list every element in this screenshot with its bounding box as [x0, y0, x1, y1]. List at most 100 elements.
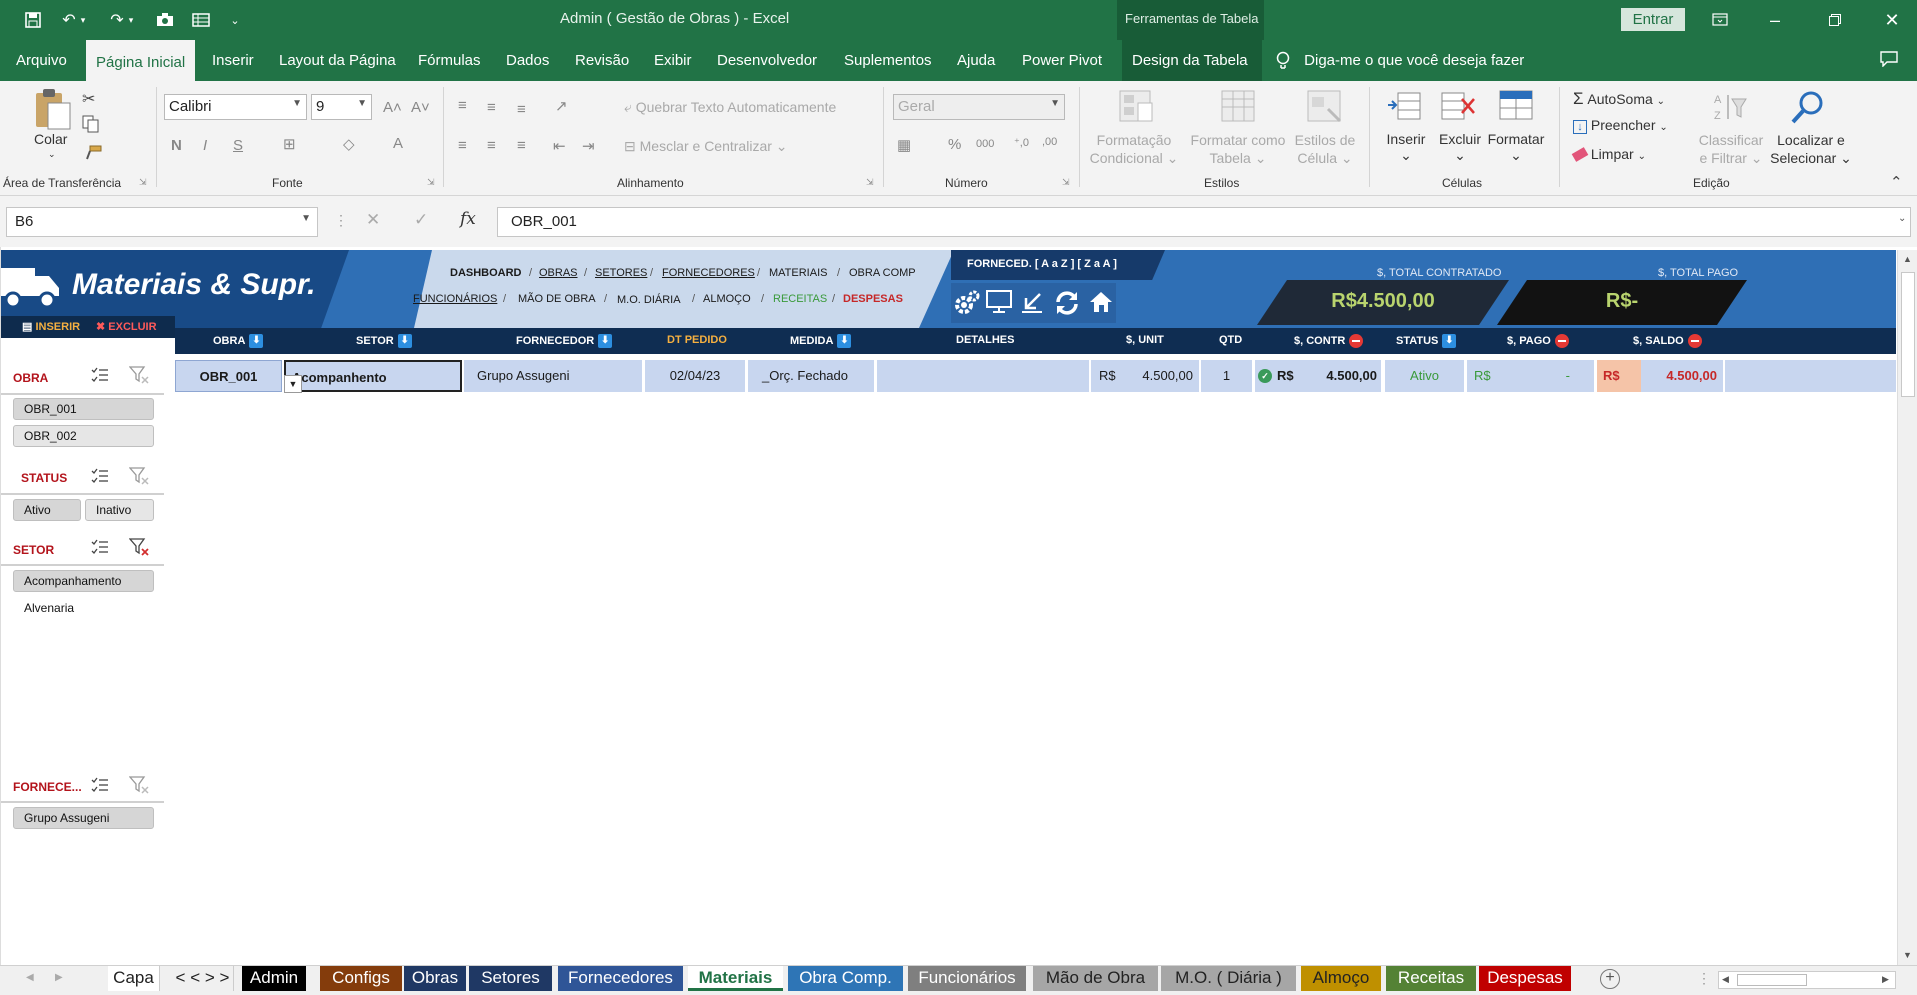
font-color-icon[interactable]: A — [393, 135, 403, 152]
cell-empty[interactable] — [1725, 360, 1896, 392]
cell-medida[interactable]: _Orç. Fechado — [748, 360, 874, 392]
tab-dados[interactable]: Dados — [496, 40, 559, 81]
next-sheet-icon[interactable]: ▶ — [55, 972, 63, 983]
nav-dashboard[interactable]: DASHBOARD — [450, 267, 522, 279]
insert-cells-icon[interactable] — [1386, 91, 1422, 124]
tell-me-box[interactable]: Diga-me o que você deseja fazer — [1276, 40, 1524, 81]
fill-button[interactable]: ↓ Preencher ⌄ — [1573, 117, 1668, 134]
italic-button[interactable]: I — [203, 137, 207, 154]
multi-select-icon[interactable] — [91, 467, 109, 488]
nav-despesas[interactable]: DESPESAS — [843, 293, 903, 305]
paste-dropdown-icon[interactable]: ⌄ — [48, 149, 56, 160]
scroll-up-icon[interactable]: ▲ — [1903, 254, 1912, 264]
camera-icon[interactable] — [152, 8, 178, 32]
format-cells-icon[interactable] — [1498, 89, 1534, 124]
decrease-font-icon[interactable]: A˅ — [411, 99, 430, 116]
number-format-select[interactable]: Geral ▼ — [893, 94, 1065, 120]
align-center-icon[interactable]: ≡ — [487, 137, 496, 154]
close-icon[interactable]: ✕ — [1872, 6, 1912, 34]
tab-power-pivot[interactable]: Power Pivot — [1012, 40, 1112, 81]
slicer-item-grupo-assugeni[interactable]: Grupo Assugeni — [13, 807, 154, 829]
filter-arrow-icon[interactable]: ⬇ — [598, 334, 613, 348]
more-options-icon[interactable]: ⋮ — [334, 212, 348, 229]
filter-arrow-icon[interactable]: ⬇ — [249, 334, 264, 348]
sheet-tab[interactable]: Obras — [404, 966, 466, 991]
clear-filter-icon[interactable] — [128, 366, 149, 387]
sheet-tab[interactable]: Fornecedores — [558, 966, 683, 991]
alignment-launcher-icon[interactable]: ⇲ — [866, 177, 874, 188]
filter-arrow-icon[interactable]: ⬇ — [397, 334, 412, 348]
tab-formulas[interactable]: Fórmulas — [408, 40, 491, 81]
clear-filter-icon[interactable] — [128, 467, 149, 488]
formula-input[interactable]: OBR_001 — [497, 207, 1911, 237]
format-cells-button[interactable]: Formatar ⌄ — [1485, 131, 1547, 164]
cell-status[interactable]: Ativo — [1385, 360, 1464, 392]
slicer-item-ativo[interactable]: Ativo — [13, 499, 81, 521]
nav-materiais[interactable]: MATERIAIS — [769, 267, 827, 279]
monitor-icon[interactable] — [986, 290, 1012, 317]
font-launcher-icon[interactable]: ⇲ — [427, 177, 435, 188]
refresh-icon[interactable] — [1053, 289, 1081, 320]
format-as-table-icon[interactable] — [1220, 89, 1258, 126]
cell-unit[interactable]: R$ 4.500,00 — [1091, 360, 1199, 392]
format-painter-icon[interactable] — [84, 145, 102, 164]
insert-function-icon[interactable]: fx — [460, 209, 476, 229]
collapse-ribbon-icon[interactable]: ⌃ — [1890, 173, 1903, 191]
sort-filter-icon[interactable]: AZ — [1712, 91, 1748, 126]
col-pago-header[interactable]: $, PAGO — [1507, 334, 1569, 348]
cell-setor[interactable]: Acompanhento — [284, 360, 462, 392]
col-saldo-header[interactable]: $, SALDO — [1633, 334, 1702, 348]
name-box[interactable]: B6 ▼ — [6, 207, 318, 237]
wrap-text-button[interactable]: ⤶ Quebrar Texto Automaticamente — [624, 99, 836, 116]
nav-funcionarios[interactable]: FUNCIONÁRIOS — [413, 293, 497, 305]
sheet-tab[interactable]: < < > > — [172, 966, 234, 991]
col-setor-header[interactable]: SETOR ⬇ — [356, 334, 412, 348]
tab-suplementos[interactable]: Suplementos — [834, 40, 942, 81]
tab-design-da-tabela[interactable]: Design da Tabela — [1122, 40, 1262, 81]
minimize-icon[interactable]: – — [1755, 6, 1795, 34]
sheet-tab[interactable]: Setores — [469, 966, 552, 991]
home-icon[interactable] — [1088, 290, 1114, 317]
tab-desenvolvedor[interactable]: Desenvolvedor — [707, 40, 827, 81]
number-launcher-icon[interactable]: ⇲ — [1062, 177, 1070, 188]
save-icon[interactable] — [20, 8, 46, 32]
cell-qtd[interactable]: 1 — [1201, 360, 1252, 392]
expand-formula-icon[interactable]: ⌄ — [1898, 213, 1906, 224]
tab-revisao[interactable]: Revisão — [565, 40, 639, 81]
sheet-tab[interactable]: M.O. ( Diária ) — [1161, 966, 1296, 991]
prev-sheet-icon[interactable]: ◀ — [26, 972, 34, 983]
cell-saldo[interactable]: R$ 4.500,00 — [1597, 360, 1723, 392]
insert-cells-button[interactable]: Inserir ⌄ — [1385, 131, 1427, 164]
bold-button[interactable]: N — [171, 137, 182, 154]
increase-font-icon[interactable]: A˄ — [383, 99, 402, 116]
delete-cells-icon[interactable] — [1440, 91, 1476, 124]
filter-arrow-icon[interactable]: ⬇ — [1442, 334, 1457, 348]
settings-gear-icon[interactable] — [954, 290, 980, 319]
delete-cells-button[interactable]: Excluir ⌄ — [1437, 131, 1483, 164]
sheet-tab[interactable]: Mão de Obra — [1033, 966, 1158, 991]
horizontal-scrollbar[interactable]: ◀ ▶ — [1718, 971, 1896, 989]
paste-button[interactable]: Colar — [34, 131, 67, 147]
sign-in-button[interactable]: Entrar — [1621, 8, 1685, 31]
scroll-thumb[interactable] — [1901, 272, 1915, 397]
decrease-decimal-icon[interactable]: ,00 — [1042, 136, 1057, 148]
autosum-button[interactable]: Σ AutoSoma ⌄ — [1573, 89, 1665, 109]
sort-filter-button[interactable]: Classificar e Filtrar ⌄ — [1693, 131, 1769, 167]
sheet-tab[interactable]: Materiais — [688, 966, 783, 991]
scroll-left-icon[interactable]: ◀ — [1722, 974, 1729, 985]
nav-mao-de-obra[interactable]: MÃO DE OBRA — [518, 293, 596, 305]
sheet-tab[interactable]: Obra Comp. — [788, 966, 903, 991]
col-medida-header[interactable]: MEDIDA ⬇ — [790, 334, 852, 348]
sheet-tab[interactable]: Configs — [320, 966, 402, 991]
cell-styles-icon[interactable] — [1306, 89, 1344, 126]
collapse-arrow-icon[interactable] — [1020, 290, 1044, 317]
slicer-item-inativo[interactable]: Inativo — [85, 499, 154, 521]
insert-record-button[interactable]: ▤ INSERIR — [22, 320, 80, 333]
tab-pagina-inicial[interactable]: Página Inicial — [86, 40, 196, 81]
restore-icon[interactable] — [1815, 6, 1855, 34]
clipboard-launcher-icon[interactable]: ⇲ — [139, 177, 147, 188]
align-bottom-icon[interactable]: ≡ — [517, 101, 526, 118]
sheet-tab[interactable]: Receitas — [1386, 966, 1476, 991]
nav-obra-comp[interactable]: OBRA COMP — [849, 267, 916, 279]
sheet-tab[interactable]: Admin — [242, 966, 306, 991]
